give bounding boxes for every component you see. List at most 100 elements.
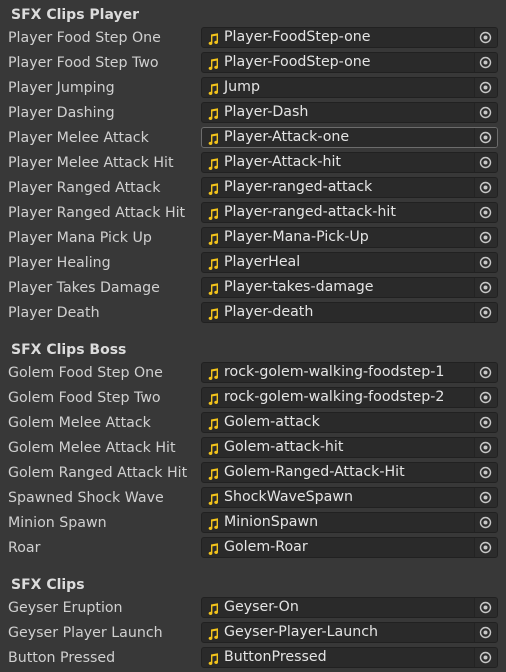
audio-clip-icon <box>206 231 220 245</box>
object-picker-icon[interactable] <box>474 128 497 147</box>
audio-clip-icon <box>206 466 220 480</box>
property-row: Player Death Player-death <box>0 301 506 326</box>
property-label: Golem Ranged Attack Hit <box>8 465 188 481</box>
object-picker-icon[interactable] <box>474 538 497 557</box>
audio-clip-field[interactable]: Player-Attack-one <box>201 127 498 148</box>
object-picker-icon[interactable] <box>474 438 497 457</box>
audio-clip-name: PlayerHeal <box>224 254 301 270</box>
object-picker-icon[interactable] <box>474 278 497 297</box>
property-label: Player Takes Damage <box>8 280 160 296</box>
property-label: Player Healing <box>8 255 111 271</box>
property-label: Golem Melee Attack Hit <box>8 440 176 456</box>
property-row: Player Ranged Attack Player-ranged-attack <box>0 176 506 201</box>
audio-clip-field[interactable]: Jump <box>201 77 498 98</box>
property-label: Player Melee Attack <box>8 130 149 146</box>
audio-clip-name: Player-Attack-one <box>224 129 350 145</box>
property-row: Roar Golem-Roar <box>0 536 506 561</box>
property-row: Player Dashing Player-Dash <box>0 101 506 126</box>
audio-clip-icon <box>206 601 220 615</box>
object-picker-icon[interactable] <box>474 388 497 407</box>
audio-clip-field[interactable]: rock-golem-walking-foodstep-1 <box>201 362 498 383</box>
audio-clip-field[interactable]: Golem-Roar <box>201 537 498 558</box>
object-picker-icon[interactable] <box>474 413 497 432</box>
audio-clip-field[interactable]: Player-ranged-attack <box>201 177 498 198</box>
object-picker-icon[interactable] <box>474 463 497 482</box>
object-picker-icon[interactable] <box>474 103 497 122</box>
audio-clip-field[interactable]: Golem-attack <box>201 412 498 433</box>
object-picker-icon[interactable] <box>474 648 497 667</box>
property-row: Golem Ranged Attack Hit Golem-Ranged-Atta… <box>0 461 506 486</box>
audio-clip-field[interactable]: ShockWaveSpawn <box>201 487 498 508</box>
object-picker-icon[interactable] <box>474 228 497 247</box>
audio-clip-icon <box>206 281 220 295</box>
audio-clip-field[interactable]: Player-FoodStep-one <box>201 52 498 73</box>
audio-clip-name: Golem-Ranged-Attack-Hit <box>224 464 405 480</box>
audio-clip-name: Player-takes-damage <box>224 279 374 295</box>
audio-clip-icon <box>206 541 220 555</box>
audio-clip-icon <box>206 131 220 145</box>
audio-clip-field[interactable]: Player-Attack-hit <box>201 152 498 173</box>
property-row: Player Mana Pick Up Player-Mana-Pick-Up <box>0 226 506 251</box>
property-row: Button Pressed ButtonPressed <box>0 646 506 671</box>
audio-clip-field[interactable]: Geyser-Player-Launch <box>201 622 498 643</box>
object-picker-icon[interactable] <box>474 28 497 47</box>
audio-clip-name: Player-Dash <box>224 104 309 120</box>
property-label: Golem Melee Attack <box>8 415 151 431</box>
audio-clip-icon <box>206 366 220 380</box>
audio-clip-field[interactable]: Golem-attack-hit <box>201 437 498 458</box>
object-picker-icon[interactable] <box>474 178 497 197</box>
audio-clip-icon <box>206 306 220 320</box>
audio-clip-field[interactable]: MinionSpawn <box>201 512 498 533</box>
audio-clip-name: Geyser-Player-Launch <box>224 624 379 640</box>
audio-clip-name: Player-FoodStep-one <box>224 54 371 70</box>
object-picker-icon[interactable] <box>474 203 497 222</box>
property-label: Golem Food Step One <box>8 365 163 381</box>
property-row: Geyser Eruption Geyser-On <box>0 596 506 621</box>
property-label: Minion Spawn <box>8 515 107 531</box>
audio-clip-field[interactable]: Player-FoodStep-one <box>201 27 498 48</box>
audio-clip-field[interactable]: Player-takes-damage <box>201 277 498 298</box>
audio-clip-name: Jump <box>224 79 261 95</box>
audio-clip-name: Player-death <box>224 304 314 320</box>
audio-clip-name: Golem-Roar <box>224 539 308 555</box>
audio-clip-field[interactable]: ButtonPressed <box>201 647 498 668</box>
audio-clip-field[interactable]: rock-golem-walking-foodstep-2 <box>201 387 498 408</box>
section-header: SFX Clips Player <box>11 7 140 23</box>
object-picker-icon[interactable] <box>474 303 497 322</box>
object-picker-icon[interactable] <box>474 598 497 617</box>
audio-clip-field[interactable]: Player-Mana-Pick-Up <box>201 227 498 248</box>
property-row: Player Jumping Jump <box>0 76 506 101</box>
audio-clip-icon <box>206 441 220 455</box>
object-picker-icon[interactable] <box>474 363 497 382</box>
audio-clip-field[interactable]: Player-Dash <box>201 102 498 123</box>
audio-clip-icon <box>206 256 220 270</box>
property-label: Roar <box>8 540 41 556</box>
audio-clip-name: MinionSpawn <box>224 514 319 530</box>
object-picker-icon[interactable] <box>474 253 497 272</box>
object-picker-icon[interactable] <box>474 513 497 532</box>
object-picker-icon[interactable] <box>474 623 497 642</box>
property-label: Button Pressed <box>8 650 116 666</box>
property-row: Player Ranged Attack Hit Player-ranged-at… <box>0 201 506 226</box>
audio-clip-name: Player-ranged-attack-hit <box>224 204 396 220</box>
property-label: Player Jumping <box>8 80 115 96</box>
property-row: Player Food Step Two Player-FoodStep-one <box>0 51 506 76</box>
audio-clip-icon <box>206 516 220 530</box>
audio-clip-field[interactable]: Player-death <box>201 302 498 323</box>
property-row: Player Takes Damage Player-takes-damage <box>0 276 506 301</box>
section-header: SFX Clips Boss <box>11 342 127 358</box>
audio-clip-field[interactable]: Geyser-On <box>201 597 498 618</box>
object-picker-icon[interactable] <box>474 53 497 72</box>
audio-clip-field[interactable]: Player-ranged-attack-hit <box>201 202 498 223</box>
object-picker-icon[interactable] <box>474 78 497 97</box>
audio-clip-icon <box>206 626 220 640</box>
audio-clip-field[interactable]: PlayerHeal <box>201 252 498 273</box>
audio-clip-name: Player-Mana-Pick-Up <box>224 229 369 245</box>
audio-clip-name: rock-golem-walking-foodstep-2 <box>224 389 445 405</box>
audio-clip-icon <box>206 491 220 505</box>
audio-clip-icon <box>206 206 220 220</box>
audio-clip-field[interactable]: Golem-Ranged-Attack-Hit <box>201 462 498 483</box>
property-row: Golem Melee Attack Hit Golem-attack-hit <box>0 436 506 461</box>
object-picker-icon[interactable] <box>474 488 497 507</box>
object-picker-icon[interactable] <box>474 153 497 172</box>
